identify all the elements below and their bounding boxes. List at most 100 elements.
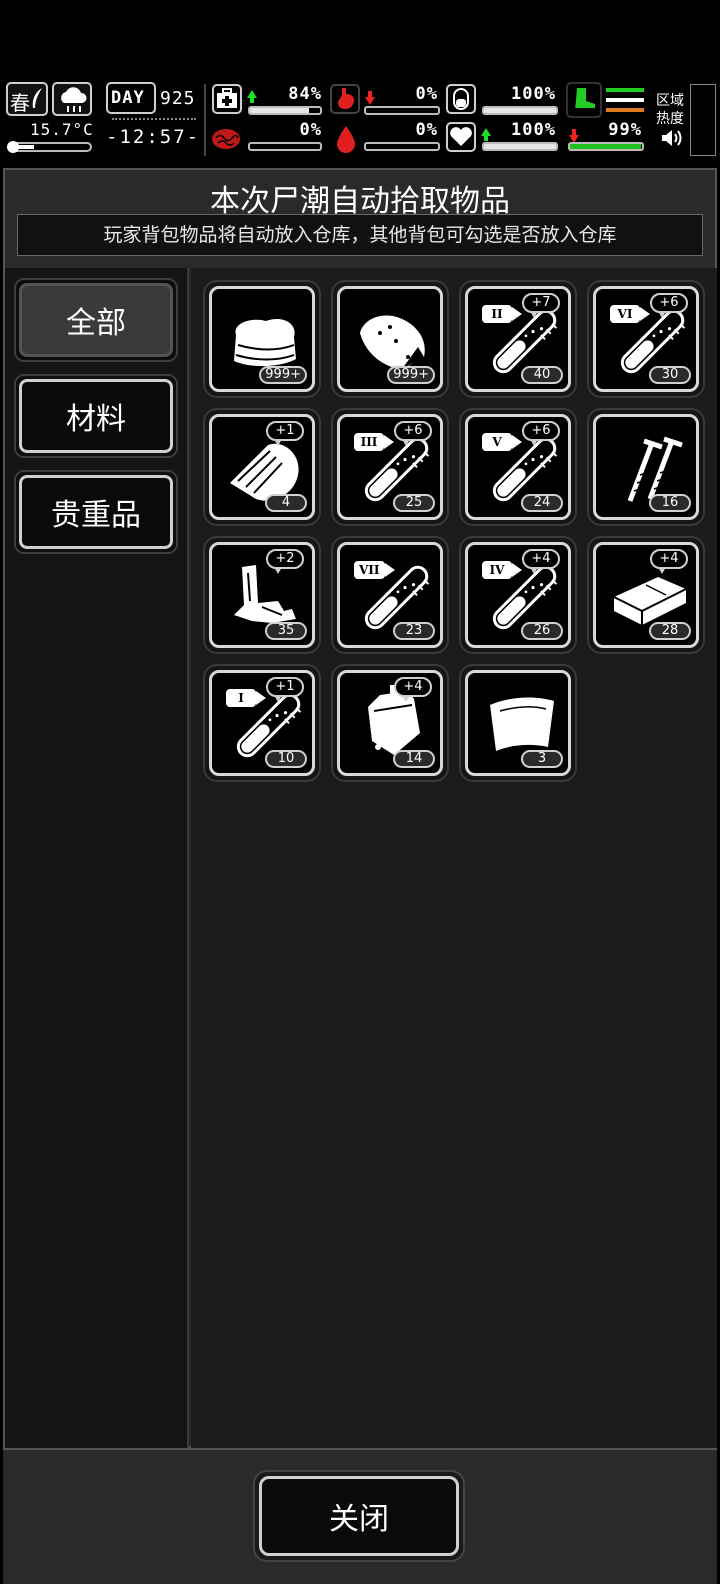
item-count: 23 [393, 622, 435, 640]
tab-all[interactable]: 全部 [14, 278, 178, 362]
item-frame: 16 [593, 414, 699, 520]
weather-badge [52, 82, 92, 116]
item-count: 10 [265, 750, 307, 768]
day-badge: DAY [106, 82, 156, 114]
item-grid: 999+ 999+ II +7 40 VI +6 30 +1 4 III +6 25 V +6 24 16 +2 3… [191, 268, 717, 1448]
day-label: DAY [111, 88, 145, 108]
mood-bar [482, 142, 558, 151]
feather-icon [32, 88, 42, 108]
tier-badge: III [354, 433, 394, 451]
health-value: 84% [288, 84, 322, 104]
heart-icon [446, 122, 476, 152]
tab-materials[interactable]: 材料 [14, 374, 178, 458]
item-slot[interactable]: VI +6 30 [587, 280, 705, 398]
temperature-gauge [7, 141, 92, 153]
bonus-badge: +7 [522, 293, 560, 318]
item-frame: +1 4 [209, 414, 315, 520]
bonus-badge: +1 [266, 421, 304, 446]
bonus-badge: +6 [394, 421, 432, 446]
item-slot[interactable]: 16 [587, 408, 705, 526]
item-frame: I +1 10 [209, 670, 315, 776]
infection-value: 0% [299, 120, 322, 140]
blood-drop-icon [337, 126, 355, 153]
item-count: 40 [521, 366, 563, 384]
speaker-icon[interactable] [660, 128, 684, 148]
item-count: 16 [649, 494, 691, 512]
endurance-bar [568, 142, 644, 151]
bonus-badge: +2 [266, 549, 304, 574]
day-number: 925 [160, 88, 196, 109]
mood-value: 100% [511, 120, 556, 140]
rain-cloud-icon [61, 87, 87, 112]
zone-heat-label-1: 区域 [656, 93, 684, 109]
item-slot[interactable]: +1 4 [203, 408, 321, 526]
item-count: 14 [393, 750, 435, 768]
close-button-label: 关闭 [259, 1476, 459, 1556]
item-slot[interactable]: +2 35 [203, 536, 321, 654]
item-count: 35 [265, 622, 307, 640]
hud-divider [204, 84, 206, 156]
stamina-bar [482, 106, 558, 115]
item-slot[interactable]: 999+ [203, 280, 321, 398]
infection-bar [248, 142, 322, 151]
item-count: 24 [521, 494, 563, 512]
tier-badge: I [226, 689, 266, 707]
item-frame: 3 [465, 670, 571, 776]
dialog-notice: 玩家背包物品将自动放入仓库，其他背包可勾选是否放入仓库 [17, 214, 703, 256]
item-frame: II +7 40 [465, 286, 571, 392]
clock-ticks [112, 118, 196, 122]
item-slot[interactable]: 999+ [331, 280, 449, 398]
tab-materials-label: 材料 [19, 379, 173, 453]
item-frame: IV +4 26 [465, 542, 571, 648]
item-count: 30 [649, 366, 691, 384]
clock-readout: -12:57- [106, 126, 201, 148]
zone-heat-meter [690, 84, 716, 156]
hunger-value: 0% [415, 84, 438, 104]
boot-icon [566, 82, 602, 118]
status-hud: 春 15.7°C DAY 925 -12:57- 84% 0% 100% 0% … [0, 80, 720, 160]
tier-badge: VI [610, 305, 650, 323]
season-badge: 春 [6, 82, 48, 116]
item-count: 999+ [259, 366, 307, 384]
item-slot[interactable]: IV +4 26 [459, 536, 577, 654]
item-frame: 999+ [337, 286, 443, 392]
bonus-badge: +6 [650, 293, 688, 318]
item-count: 4 [265, 494, 307, 512]
item-slot[interactable]: VII 23 [331, 536, 449, 654]
item-frame: +4 14 [337, 670, 443, 776]
item-count: 28 [649, 622, 691, 640]
bonus-badge: +6 [522, 421, 560, 446]
tier-badge: VII [354, 561, 394, 579]
bonus-badge: +4 [650, 549, 688, 574]
item-slot[interactable]: II +7 40 [459, 280, 577, 398]
tier-badge: IV [482, 561, 522, 579]
temperature-readout: 15.7°C [30, 120, 94, 139]
item-frame: III +6 25 [337, 414, 443, 520]
item-frame: 999+ [209, 286, 315, 392]
close-button[interactable]: 关闭 [253, 1470, 465, 1562]
thirst-value: 0% [415, 120, 438, 140]
item-slot[interactable]: V +6 24 [459, 408, 577, 526]
season-label: 春 [10, 91, 30, 115]
item-count: 999+ [387, 366, 435, 384]
health-bar [248, 106, 322, 115]
stamina-value: 100% [511, 84, 556, 104]
item-count: 3 [521, 750, 563, 768]
item-slot[interactable]: III +6 25 [331, 408, 449, 526]
thirst-bar [364, 142, 440, 151]
item-slot[interactable]: +4 28 [587, 536, 705, 654]
tab-valuables[interactable]: 贵重品 [14, 470, 178, 554]
tier-badge: V [482, 433, 522, 451]
item-slot[interactable]: I +1 10 [203, 664, 321, 782]
item-slot[interactable]: +4 14 [331, 664, 449, 782]
dialog-footer: 关闭 [3, 1448, 717, 1584]
medkit-icon [212, 84, 242, 114]
endurance-lines [606, 88, 644, 116]
hunger-bar [364, 106, 440, 115]
tab-valuables-label: 贵重品 [19, 475, 173, 549]
bonus-badge: +4 [394, 677, 432, 702]
bonus-badge: +4 [522, 549, 560, 574]
item-slot[interactable]: 3 [459, 664, 577, 782]
brain-icon [212, 129, 240, 149]
item-frame: +2 35 [209, 542, 315, 648]
